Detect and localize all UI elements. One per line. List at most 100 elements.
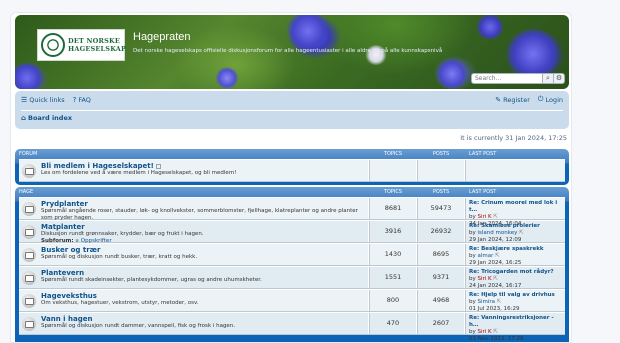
forum-title[interactable]: Vann i hagen <box>41 315 235 323</box>
search-button[interactable]: ⌕ <box>543 73 554 84</box>
logo-emblem-icon <box>41 33 65 57</box>
last-post-by-prefix: by <box>469 230 478 236</box>
forum-title[interactable]: Prydplanter <box>41 200 365 208</box>
register-link[interactable]: ✎ Register <box>495 95 530 104</box>
forum-last-post: Re: Beskjære spaskrekk by almar ⇱ 29 Jan… <box>465 244 565 266</box>
login-label: Login <box>545 95 563 104</box>
header-forum[interactable]: Forum <box>19 151 369 157</box>
last-post-date: 29 Jan 2024, 12:09 <box>469 237 522 243</box>
edit-icon: ✎ <box>495 95 502 104</box>
home-icon: ⌂ <box>21 114 27 122</box>
last-post-author[interactable]: almar <box>478 253 494 259</box>
forum-row[interactable]: Vann i hagen Spørsmål og diskusjon rundt… <box>19 312 565 342</box>
page-wrap: DET NORSKE HAGESELSKAP Hagepraten Det no… <box>10 12 572 343</box>
site-title: Hagepraten <box>133 31 191 43</box>
forum-last-post: Re: Hjelp til valg av drivhus by Simira … <box>465 290 565 312</box>
forum-last-post <box>465 160 565 181</box>
subforum-link-oppskrifter[interactable]: Oppskrifter <box>81 238 112 244</box>
header-topics: Topics <box>383 189 403 195</box>
forum-last-post: Re: Tricogarden mot rådyr? by Siri K ⇱ 2… <box>465 267 565 289</box>
last-post-by-prefix: by <box>469 299 478 305</box>
board-index-label: Board index <box>28 114 73 122</box>
last-post-title[interactable]: Re: Crinum moorei med lok i t… <box>469 200 562 214</box>
forum-block-hage: Hage Topics Posts Last post Prydplanter … <box>15 187 569 342</box>
forum-block-header: Hage Topics Posts Last post <box>19 187 565 197</box>
advanced-search-button[interactable]: ⚙ <box>554 73 565 84</box>
forum-posts: 4968 <box>417 290 465 311</box>
login-link[interactable]: ⏻ Login <box>538 95 563 104</box>
forum-row[interactable]: Bli medlem i Hageselskapet! Les om forde… <box>19 159 565 182</box>
last-post-title[interactable]: Re: Skamløse prolerier <box>469 223 562 230</box>
header-banner: DET NORSKE HAGESELSKAP Hagepraten Det no… <box>15 15 569 89</box>
forum-posts: 59473 <box>417 198 465 219</box>
quick-links-menu[interactable]: ☰ Quick links <box>21 96 65 104</box>
site-description: Det norske hageselskaps offisielle disku… <box>133 48 443 54</box>
forum-row[interactable]: Matplanter Diskusjon rundt grønnsaker, k… <box>19 220 565 244</box>
last-post-author[interactable]: Simira <box>478 299 496 305</box>
last-post-date: 03 Nov 2023, 17:26 <box>469 336 524 342</box>
last-post-author[interactable]: Siri K <box>478 214 492 220</box>
forum-row[interactable]: Plantevern Spørsmål rundt skadeinsekter,… <box>19 266 565 289</box>
logo-line2: HAGESELSKAP <box>68 45 127 53</box>
faq-link[interactable]: ? FAQ <box>73 96 91 104</box>
forum-description: Spørsmål og diskusjon rundt dammer, vann… <box>41 323 236 329</box>
forum-last-post: Re: Skamløse prolerier by island monkey … <box>465 221 565 243</box>
header-last-post: Last post <box>469 189 497 195</box>
forum-title[interactable]: Bli medlem i Hageselskapet! <box>41 162 236 170</box>
search-box: ⌕ ⚙ <box>471 73 565 84</box>
forum-posts: 9371 <box>417 267 465 288</box>
forum-title[interactable]: Hageveksthus <box>41 292 199 300</box>
view-latest-post-icon[interactable]: ⇱ <box>493 329 498 335</box>
forum-topics <box>369 160 417 181</box>
forum-description: Om veksthus, hagestuer, vekstrom, utstyr… <box>41 300 199 306</box>
forum-read-icon <box>22 317 36 331</box>
last-post-by-prefix: by <box>469 276 478 282</box>
forum-row[interactable]: Hageveksthus Om veksthus, hagestuer, vek… <box>19 289 565 312</box>
menu-bars-icon: ☰ <box>21 95 28 104</box>
last-post-title[interactable]: Re: Vanningsrestriksjoner - h… <box>469 315 562 329</box>
forum-row[interactable]: Busker og trær Spørsmål og diskusjon run… <box>19 243 565 266</box>
view-latest-post-icon[interactable]: ⇱ <box>519 230 524 236</box>
gear-icon: ⚙ <box>555 74 563 82</box>
last-post-title[interactable]: Re: Hjelp til valg av drivhus <box>469 292 562 299</box>
forum-read-icon <box>22 294 36 308</box>
navbar: ☰ Quick links ? FAQ ✎ Register ⏻ Login ⌂ <box>15 91 569 129</box>
last-post-title[interactable]: Re: Tricogarden mot rådyr? <box>469 269 562 276</box>
forum-topics: 3916 <box>369 221 417 242</box>
quick-links-label: Quick links <box>29 95 65 104</box>
forum-description: Spørsmål rundt skadeinsekter, plantesykd… <box>41 277 262 283</box>
header-posts: Posts <box>432 151 450 157</box>
forum-description: Spørsmål og diskusjon rundt busker, trær… <box>41 254 198 260</box>
forum-title[interactable]: Plantevern <box>41 269 262 277</box>
register-label: Register <box>503 95 530 104</box>
view-latest-post-icon[interactable]: ⇱ <box>497 299 502 305</box>
last-post-author[interactable]: Siri K <box>478 329 492 335</box>
forum-posts: 26932 <box>417 221 465 242</box>
forum-topics: 470 <box>369 313 417 334</box>
view-latest-post-icon[interactable]: ⇱ <box>493 214 498 220</box>
forum-description: Les om fordelene ved å være medlem i Hag… <box>41 170 237 176</box>
forum-posts <box>417 160 465 181</box>
header-forum[interactable]: Hage <box>19 189 369 195</box>
last-post-author[interactable]: Siri K <box>478 276 492 282</box>
forum-read-icon <box>22 248 36 262</box>
forum-title[interactable]: Busker og trær <box>41 246 197 254</box>
forum-read-icon <box>22 164 36 178</box>
view-latest-post-icon[interactable]: ⇱ <box>493 276 498 282</box>
header-topics: Topics <box>383 151 403 157</box>
forum-posts: 8695 <box>417 244 465 265</box>
forum-title[interactable]: Matplanter <box>41 223 204 231</box>
forum-row[interactable]: Prydplanter Spørsmål angående roser, sta… <box>19 197 565 227</box>
forum-topics: 1430 <box>369 244 417 265</box>
forum-read-icon <box>22 225 36 239</box>
last-post-by-prefix: by <box>469 253 478 259</box>
forum-description: Spørsmål angående roser, stauder, løk- o… <box>41 208 358 221</box>
site-logo[interactable]: DET NORSKE HAGESELSKAP <box>37 29 127 61</box>
last-post-title[interactable]: Re: Beskjære spaskrekk <box>469 246 562 253</box>
view-latest-post-icon[interactable]: ⇱ <box>495 253 500 259</box>
last-post-author[interactable]: island monkey <box>478 230 518 236</box>
breadcrumb-board-index[interactable]: ⌂ Board index <box>21 114 72 122</box>
faq-label: FAQ <box>78 95 91 104</box>
forum-last-post: Re: Vanningsrestriksjoner - h… by Siri K… <box>465 313 565 342</box>
search-input[interactable] <box>471 73 543 84</box>
